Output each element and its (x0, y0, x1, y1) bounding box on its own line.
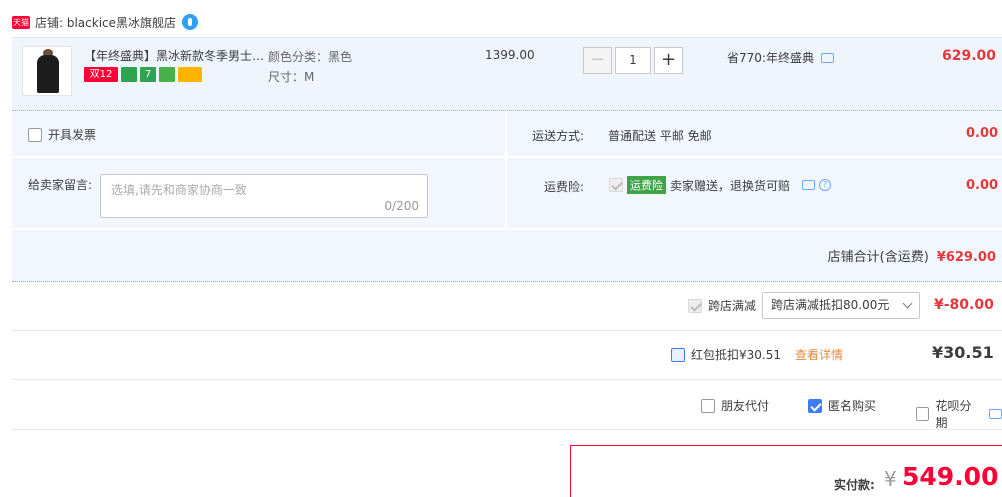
message-label: 给卖家留言: (28, 178, 93, 192)
double12-icon: 双12 (84, 67, 118, 82)
item-total: 629.00 (942, 48, 997, 64)
hongbao-price: ¥30.51 (932, 343, 994, 362)
cross-store-price: ¥-80.00 (934, 297, 994, 313)
pay-amount: 549.00 (902, 462, 999, 491)
item-discount: 省770:年终盛典 (727, 49, 834, 66)
anonymous-label: 匿名购买 (828, 399, 877, 413)
anonymous-checkbox[interactable] (808, 398, 822, 413)
order-item-row: 【年终盛典】黑冰新款冬季男士… 双12 7 颜色分类：黑色 尺寸：M 1399.… (12, 37, 1002, 111)
unit-price: 1399.00 (485, 48, 535, 62)
comment-icon[interactable] (820, 52, 834, 63)
divider (12, 228, 1002, 230)
qty-input[interactable]: 1 (615, 47, 651, 74)
comment-icon[interactable] (989, 409, 1002, 419)
guarantee-icon (121, 67, 137, 82)
friend-pay-checkbox[interactable] (701, 398, 715, 413)
huabei-label: 花呗分期 (935, 399, 972, 430)
shop-name[interactable]: 店铺: blackice黑冰旗舰店 (35, 14, 176, 31)
hongbao-option: 红包抵扣¥30.51 查看详情 (671, 346, 843, 363)
insurance-tag: 运费险 (627, 176, 666, 194)
shop-header: 天猫 店铺: blackice黑冰旗舰店 (12, 12, 199, 32)
insurance-price: 0.00 (966, 178, 999, 193)
shop-total-label: 店铺合计(含运费) (827, 250, 929, 265)
cross-store-label: 跨店满减 (708, 299, 757, 313)
cross-store-select-value: 跨店满减抵扣80.00元 (771, 298, 890, 312)
divider (12, 429, 1002, 430)
comment-icon[interactable] (802, 180, 816, 190)
divider (12, 330, 1002, 331)
invoice-label: 开具发票 (48, 128, 97, 142)
invoice-option[interactable]: 开具发票 (28, 126, 96, 143)
insurance-text: 卖家赠送，退换货可赔 (670, 178, 791, 193)
qty-increase-button[interactable]: + (654, 47, 683, 74)
sku-size: 尺寸：M (268, 70, 315, 84)
promo-icons: 双12 7 (84, 67, 202, 82)
anonymous-option[interactable]: 匿名购买 (808, 397, 876, 414)
hongbao-label: 红包抵扣¥30.51 (691, 348, 781, 362)
discount-text: 省770:年终盛典 (727, 51, 814, 65)
shop-total-value: ¥629.00 (936, 250, 996, 265)
huabei-option[interactable]: 花呗分期 (916, 397, 1002, 431)
shipping-method: 普通配送 平邮 免邮 (608, 129, 712, 143)
divider (505, 112, 507, 228)
coat-image (37, 55, 59, 93)
item-title[interactable]: 【年终盛典】黑冰新款冬季男士… (84, 47, 269, 64)
shop-total: 店铺合计(含运费) ¥629.00 (828, 246, 996, 265)
divider (12, 379, 1002, 380)
card-icon (178, 67, 202, 82)
qty-decrease-button[interactable]: − (583, 47, 612, 74)
hongbao-detail-link[interactable]: 查看详情 (795, 346, 843, 363)
huabei-checkbox[interactable] (916, 407, 930, 421)
wangwang-chat-icon[interactable] (182, 14, 199, 30)
message-placeholder: 选填,请先和商家协商一致 (111, 183, 247, 197)
cross-store-discount: 跨店满减 跨店满减抵扣80.00元 (688, 292, 921, 319)
insurance-label: 运费险: (544, 180, 585, 194)
chevron-down-icon (902, 298, 913, 309)
insurance-checkbox (609, 178, 623, 192)
friend-pay-option[interactable]: 朋友代付 (701, 397, 769, 414)
item-thumbnail[interactable] (22, 46, 72, 96)
hongbao-checkbox[interactable] (671, 347, 685, 362)
message-char-count: 0/200 (384, 199, 419, 213)
service-icon (159, 67, 175, 82)
cross-store-checkbox (688, 298, 702, 313)
quantity-stepper: − 1 + (583, 47, 683, 74)
sku-color: 颜色分类：黑色 (268, 50, 353, 64)
invoice-checkbox[interactable] (28, 127, 42, 142)
divider (12, 156, 1002, 158)
message-textarea[interactable]: 选填,请先和商家协商一致 0/200 (100, 174, 428, 218)
tmall-badge: 天猫 (12, 15, 30, 29)
pay-currency: ¥ (884, 467, 897, 491)
friend-pay-label: 朋友代付 (721, 399, 770, 413)
help-icon[interactable]: ? (819, 179, 832, 191)
order-options: 开具发票 给卖家留言: 选填,请先和商家协商一致 0/200 运送方式: 普通配… (12, 112, 1002, 282)
insurance-option: 运费险 卖家赠送，退换货可赔 ? (609, 176, 832, 194)
shipping-label: 运送方式: (532, 129, 585, 143)
cross-store-select[interactable]: 跨店满减抵扣80.00元 (762, 292, 921, 319)
seven-day-return-icon: 7 (140, 67, 156, 82)
pay-label: 实付款: (834, 478, 875, 492)
shipping-price: 0.00 (966, 126, 999, 141)
